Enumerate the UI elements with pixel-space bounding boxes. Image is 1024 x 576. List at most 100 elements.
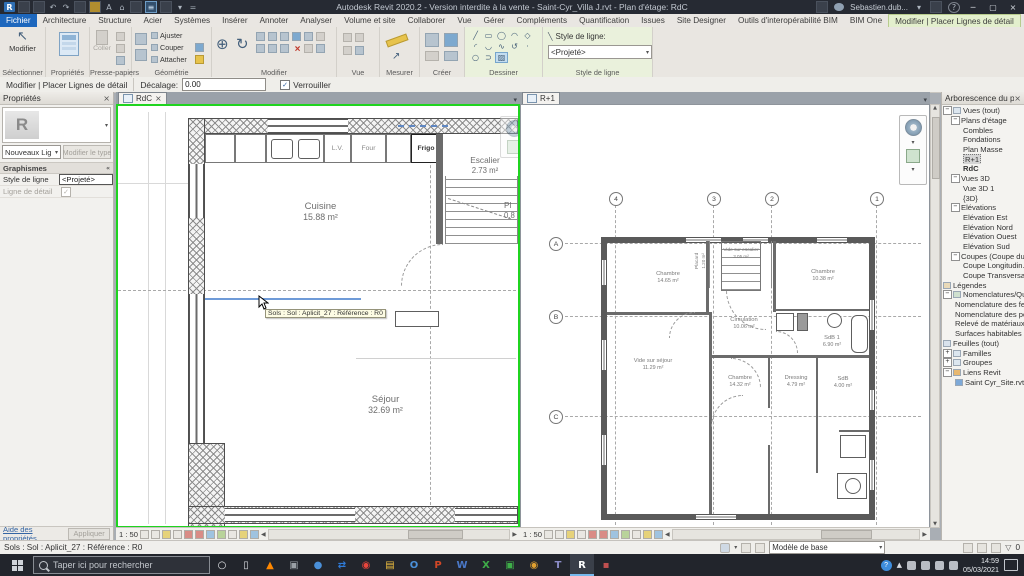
scroll-left-icon[interactable]: ◀: [665, 531, 670, 538]
tab-systemes[interactable]: Systèmes: [168, 14, 216, 27]
reveal-hidden-elements-icon[interactable]: [217, 529, 226, 539]
join-row[interactable]: Attacher: [151, 55, 187, 64]
paste-button[interactable]: Coller: [92, 30, 112, 52]
tree-item-elevation-nord[interactable]: Elévation Nord: [943, 222, 1024, 232]
collapse-icon[interactable]: −: [951, 116, 960, 126]
scroll-right-icon[interactable]: ▶: [512, 531, 517, 538]
tab-list-dropdown-icon[interactable]: ▾: [923, 96, 930, 104]
window-left-small[interactable]: [189, 164, 204, 218]
r1-wall-bottom[interactable]: [601, 514, 875, 520]
visual-style-icon[interactable]: [555, 529, 564, 539]
type-selector-preview[interactable]: R ▾: [2, 107, 111, 143]
grid-bubble-2[interactable]: 2: [765, 192, 779, 206]
taskbar-icon-outlook[interactable]: O: [402, 554, 426, 576]
taskbar-icon-powerpoint[interactable]: P: [426, 554, 450, 576]
window-bottom[interactable]: [455, 508, 517, 522]
split-icon[interactable]: [292, 32, 301, 41]
worksharing-display-icon[interactable]: [632, 529, 641, 539]
grid-bubble-1[interactable]: 1: [870, 192, 884, 206]
print-icon[interactable]: [74, 1, 86, 13]
create-similar-icon[interactable]: [425, 51, 439, 61]
lock-checkbox[interactable]: ✓: [280, 79, 291, 90]
draw-tangent-arc-icon[interactable]: ◡: [482, 41, 495, 52]
taskbar-icon-camera-app[interactable]: ▣: [282, 554, 306, 576]
tree-item-3d[interactable]: {3D}: [943, 193, 1024, 203]
tab-annoter[interactable]: Annoter: [254, 14, 295, 27]
active-workset-select[interactable]: Modèle de base ▾: [769, 541, 886, 554]
trim-row[interactable]: Ajuster: [151, 31, 182, 40]
room-label-chambre-1[interactable]: Chambre 14.65 m²: [638, 271, 698, 285]
room-label-sejour[interactable]: Séjour 32.69 m²: [333, 394, 438, 416]
crop-view-icon[interactable]: [184, 529, 193, 539]
taskbar-icon-capture-app[interactable]: ▪: [594, 554, 618, 576]
taskbar-icon-google-earth[interactable]: ●: [306, 554, 330, 576]
dishwasher[interactable]: L.V.: [324, 134, 351, 163]
zoom-icon[interactable]: [906, 149, 920, 163]
panel-label-creer[interactable]: Créer: [420, 68, 464, 77]
steering-wheel-icon[interactable]: [505, 120, 518, 137]
array-icon[interactable]: [304, 32, 313, 41]
match-properties-icon[interactable]: [116, 56, 125, 65]
tree-item-elevation-sud[interactable]: Elévation Sud: [943, 242, 1024, 252]
taskbar-icon-green-app[interactable]: ▣: [498, 554, 522, 576]
thin-lines-toggle-icon[interactable]: ≡: [145, 1, 157, 13]
tab-bim-one[interactable]: BIM One: [844, 14, 888, 27]
panel-label-presse-papiers[interactable]: Presse-papiers: [90, 68, 139, 77]
tree-item-nomenclature-fenetres[interactable]: Nomenclature des fe...: [943, 300, 1024, 310]
scrollbar-thumb[interactable]: [820, 529, 873, 539]
browser-close-icon[interactable]: ×: [1014, 94, 1021, 103]
scroll-down-icon[interactable]: ▼: [931, 521, 939, 527]
r1-partition[interactable]: [839, 430, 869, 432]
tab-site-designer[interactable]: Site Designer: [671, 14, 732, 27]
r1-drawing-canvas[interactable]: 4 3 2 1 A B C Chambre 14.65 m² Chambre 1…: [520, 104, 930, 528]
minimize-button[interactable]: ─: [966, 1, 980, 13]
grid-bubble-3[interactable]: 3: [707, 192, 721, 206]
section-icon[interactable]: [130, 1, 142, 13]
insert-views-icon[interactable]: [444, 51, 458, 61]
draw-arc-icon[interactable]: ◠: [508, 30, 521, 41]
displaced-elements-icon[interactable]: [250, 529, 259, 539]
reveal-constraints-icon[interactable]: [643, 529, 652, 539]
measure-tape-icon[interactable]: [385, 33, 409, 48]
taskbar-icon-teamviewer[interactable]: ⇄: [330, 554, 354, 576]
view-tab-rdc[interactable]: RdC ×: [118, 92, 167, 104]
kitchen-cabinet[interactable]: [235, 134, 266, 163]
edit-type-button[interactable]: Modifier le type: [63, 145, 111, 159]
show-crop-region-icon[interactable]: [195, 529, 204, 539]
collapse-icon[interactable]: −: [951, 203, 960, 213]
taskbar-icon-excel[interactable]: X: [474, 554, 498, 576]
tree-item-familles[interactable]: + Familles: [943, 348, 1024, 358]
duct-shaft[interactable]: [797, 313, 808, 331]
exterior-wall-top[interactable]: [188, 118, 518, 134]
taskbar-icon-file-explorer[interactable]: ▤: [378, 554, 402, 576]
redo-icon[interactable]: ↷: [61, 2, 71, 12]
sun-path-icon[interactable]: [162, 529, 171, 539]
press-drag-icon[interactable]: [991, 542, 1002, 553]
expand-icon[interactable]: +: [943, 358, 952, 368]
reveal-constraints-icon[interactable]: [239, 529, 248, 539]
tab-gerer[interactable]: Gérer: [478, 14, 511, 27]
taskbar-clock[interactable]: 14:59 05/03/2021: [963, 556, 999, 574]
undo-icon[interactable]: ↶: [48, 2, 58, 12]
collapse-icon[interactable]: −: [951, 174, 960, 184]
tree-item-vues[interactable]: − Vues (tout): [943, 106, 1024, 116]
tree-item-rdc[interactable]: RdC: [943, 164, 1024, 174]
crop-view-icon[interactable]: [588, 529, 597, 539]
view-tab-r1[interactable]: R+1: [522, 92, 560, 104]
room-label-chambre-2[interactable]: Chambre 10.38 m²: [793, 269, 853, 283]
draw-pick-arc-icon[interactable]: ⊃: [482, 52, 495, 63]
draw-circle-icon[interactable]: ◯: [495, 30, 508, 41]
restore-button[interactable]: ▢: [986, 1, 1000, 13]
qat-customize-icon[interactable]: ▾: [175, 2, 185, 12]
tree-item-fondations[interactable]: Fondations: [943, 135, 1024, 145]
grid-bubble-b[interactable]: B: [549, 310, 563, 324]
worksets-dialog-icon[interactable]: [741, 542, 752, 553]
tray-expand-icon[interactable]: ▲: [897, 561, 902, 569]
design-options-icon[interactable]: [963, 542, 974, 553]
save-icon[interactable]: [33, 1, 45, 13]
displace-icon[interactable]: [355, 46, 364, 55]
shower[interactable]: [840, 435, 866, 458]
panel-label-modifier[interactable]: Modifier: [212, 68, 336, 77]
interior-wall[interactable]: [436, 134, 443, 244]
grid-bubble-c[interactable]: C: [549, 410, 563, 424]
